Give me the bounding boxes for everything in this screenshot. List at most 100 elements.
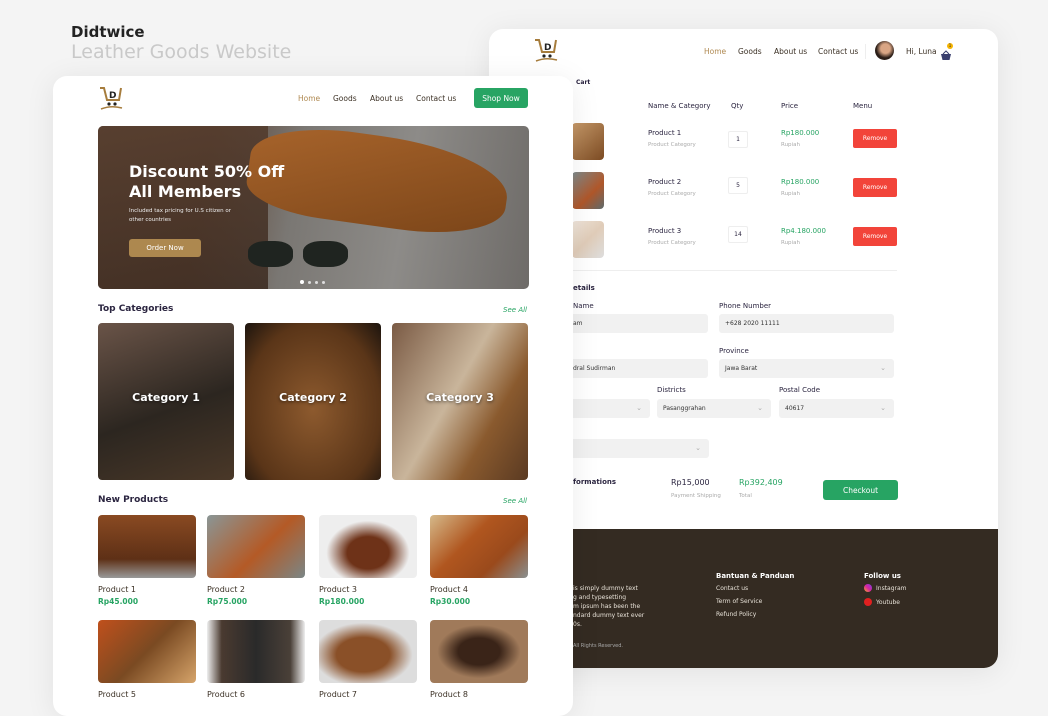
carousel-dot-active[interactable] (300, 280, 304, 284)
cart-item-category: Product Category (648, 142, 696, 148)
product-card[interactable]: Product 8 (430, 620, 528, 699)
chevron-down-icon: ⌄ (880, 404, 886, 412)
cart-item-category: Product Category (648, 240, 696, 246)
product-card[interactable]: Product 5 (98, 620, 196, 699)
footer-about-line: 0s. (573, 621, 582, 628)
product-card[interactable]: Product 7 (319, 620, 417, 699)
category-card[interactable]: Category 3 (392, 323, 528, 480)
footer-link-refund[interactable]: Refund Policy (716, 611, 756, 618)
user-greeting[interactable]: Hi, Luna (906, 47, 937, 56)
province-label: Province (719, 347, 749, 355)
breadcrumb-cart[interactable]: Cart (576, 79, 590, 86)
product-card[interactable]: Product 2 Rp75.000 (207, 515, 305, 606)
postal-select[interactable]: 40617 ⌄ (779, 399, 894, 418)
product-name: Product 2 (207, 585, 246, 594)
province-select[interactable]: Jawa Barat ⌄ (719, 359, 894, 378)
nav-home[interactable]: Home (298, 94, 320, 103)
footer-link-contact[interactable]: Contact us (716, 585, 748, 592)
footer-about-line: m ipsum has been the (573, 603, 641, 610)
sunglasses-image (303, 241, 348, 267)
footer-link-terms[interactable]: Term of Service (716, 598, 762, 605)
districts-select[interactable]: Pasanggrahan ⌄ (657, 399, 771, 418)
postal-label: Postal Code (779, 386, 821, 394)
nav-home[interactable]: Home (704, 47, 726, 56)
checkout-button[interactable]: Checkout (823, 480, 898, 500)
youtube-link[interactable]: Youtube (876, 599, 900, 606)
order-now-button[interactable]: Order Now (129, 239, 201, 257)
chevron-down-icon: ⌄ (695, 444, 701, 452)
nav-goods[interactable]: Goods (738, 47, 762, 56)
city-select[interactable]: ⌄ (567, 399, 650, 418)
carousel-dot[interactable] (322, 281, 325, 284)
total-label: Total (739, 493, 752, 499)
qty-stepper[interactable]: 1 (728, 131, 748, 148)
cart-item-name: Product 2 (648, 178, 682, 186)
postal-value: 40617 (785, 405, 805, 412)
category-card[interactable]: Category 1 (98, 323, 234, 480)
product-image (207, 515, 305, 578)
districts-value: Pasanggrahan (663, 405, 706, 412)
nav-about[interactable]: About us (774, 47, 807, 56)
remove-button[interactable]: Remove (853, 129, 897, 148)
divider (573, 270, 897, 271)
svg-text:D: D (544, 43, 551, 53)
product-card[interactable]: Product 6 (207, 620, 305, 699)
see-all-products-link[interactable]: See All (503, 497, 527, 505)
help-title: Bantuan & Panduan (716, 572, 795, 580)
cart-item-name: Product 1 (648, 129, 682, 137)
product-image (98, 515, 196, 578)
summary-title: formations (573, 478, 617, 486)
logo-cart-icon[interactable]: D (533, 37, 559, 63)
hero-banner: Discount 50% Off All Members Included ta… (98, 126, 529, 289)
cart-item-name: Product 3 (648, 227, 682, 235)
cart-item-image (572, 123, 604, 160)
product-name: Product 6 (207, 690, 246, 699)
col-qty: Qty (731, 102, 744, 110)
svg-text:D: D (109, 91, 116, 101)
phone-input[interactable]: +628 2020 11111 (719, 314, 894, 333)
logo-cart-icon[interactable]: D (98, 85, 124, 111)
extra-select[interactable]: ⌄ (567, 439, 709, 458)
avatar[interactable] (875, 41, 894, 60)
product-card[interactable]: Product 4 Rp30.000 (430, 515, 528, 606)
product-image (430, 620, 528, 683)
cart-item-category: Product Category (648, 191, 696, 197)
product-price: Rp30.000 (430, 597, 471, 606)
youtube-icon[interactable] (864, 598, 872, 606)
address-input[interactable]: dral Sudirman (567, 359, 708, 378)
cart-item-currency: Rupiah (781, 142, 800, 148)
category-label: Category 3 (426, 391, 494, 404)
product-image (430, 515, 528, 578)
footer-about-line: is simply dummy text (573, 585, 638, 592)
follow-title: Follow us (864, 572, 901, 580)
instagram-icon[interactable] (864, 584, 872, 592)
cart-item-price: Rp180.000 (781, 129, 820, 137)
basket-icon[interactable]: 1 (940, 43, 953, 60)
product-price: Rp45.000 (98, 597, 139, 606)
shipping-label: Payment Shipping (671, 493, 721, 499)
nav-contact[interactable]: Contact us (818, 47, 858, 56)
instagram-link[interactable]: Instagram (876, 585, 907, 592)
name-input[interactable]: am (567, 314, 708, 333)
product-card[interactable]: Product 3 Rp180.000 (319, 515, 417, 606)
top-categories-title: Top Categories (98, 304, 174, 314)
carousel-dot[interactable] (315, 281, 318, 284)
shop-now-button[interactable]: Shop Now (474, 88, 528, 108)
hero-text-line1: Included tax pricing for U.S citizen or (129, 208, 232, 214)
footer-about-line: ndard dummy text ever (573, 612, 645, 619)
qty-input[interactable]: 5 (728, 177, 748, 194)
nav-goods[interactable]: Goods (333, 94, 357, 103)
carousel-dot[interactable] (308, 281, 311, 284)
nav-about[interactable]: About us (370, 94, 403, 103)
copyright: All Rights Reserved. (573, 643, 624, 649)
remove-button[interactable]: Remove (853, 227, 897, 246)
product-card[interactable]: Product 1 Rp45.000 (98, 515, 196, 606)
qty-input[interactable]: 14 (728, 226, 748, 243)
remove-button[interactable]: Remove (853, 178, 897, 197)
category-card[interactable]: Category 2 (245, 323, 381, 480)
see-all-categories-link[interactable]: See All (503, 306, 527, 314)
hero-text-line2: other countries (129, 217, 171, 223)
product-name: Product 5 (98, 690, 137, 699)
nav-contact[interactable]: Contact us (416, 94, 456, 103)
product-price: Rp75.000 (207, 597, 248, 606)
